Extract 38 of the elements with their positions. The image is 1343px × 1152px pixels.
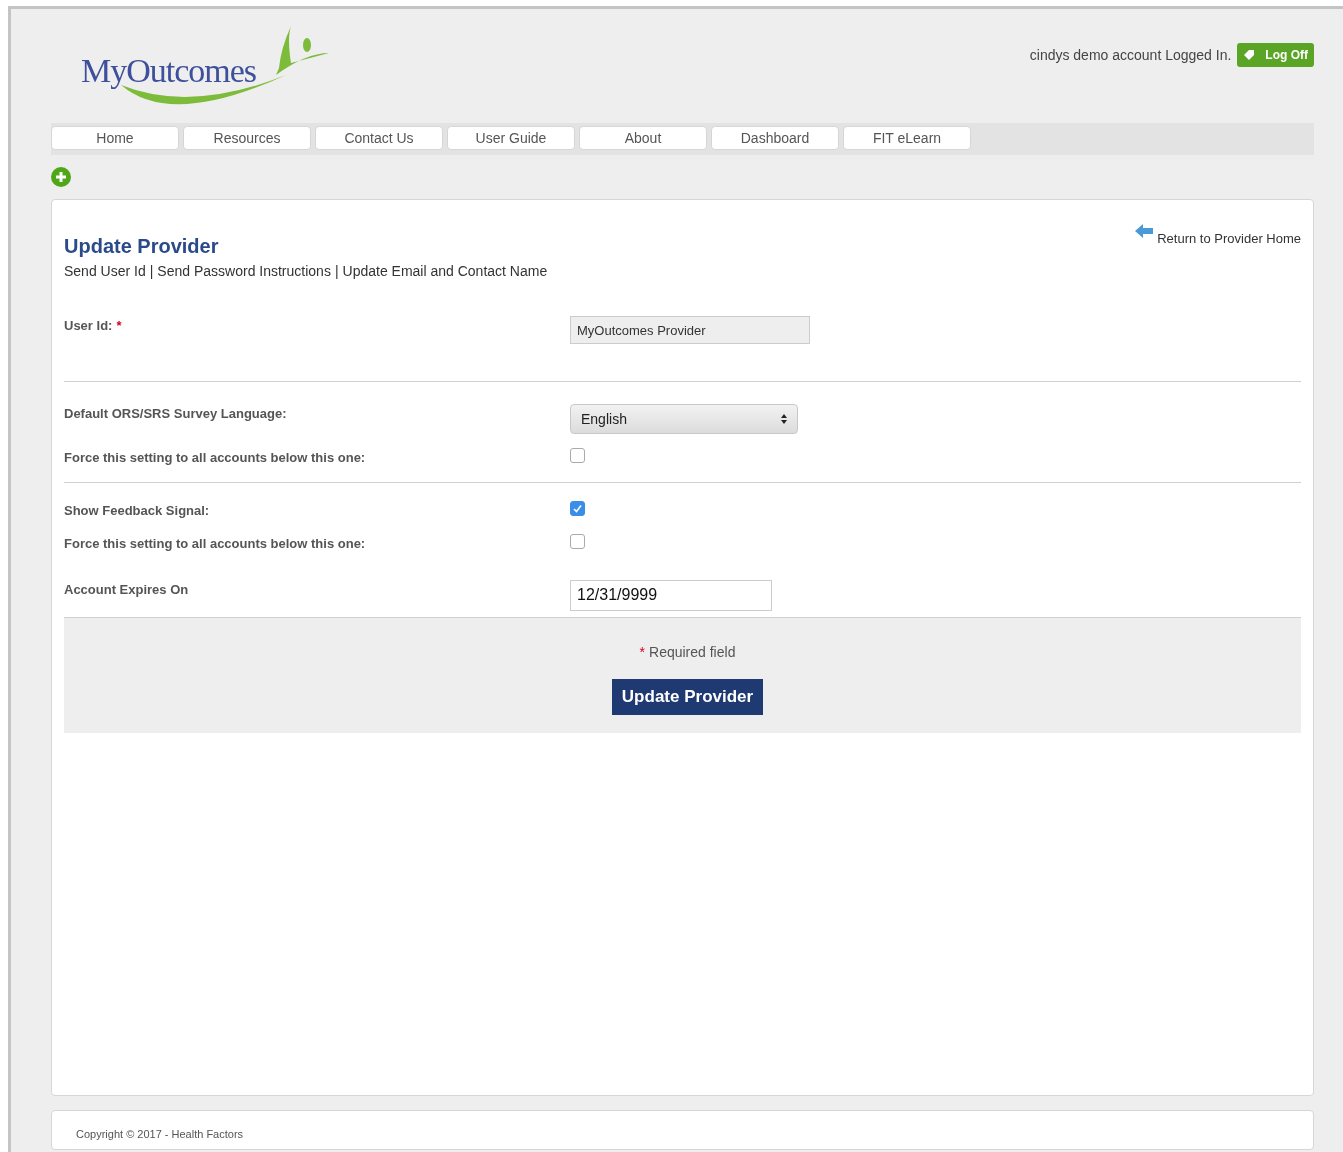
update-provider-button[interactable]: Update Provider (611, 678, 764, 715)
field-label: Force this setting to all accounts below this one: (64, 449, 366, 467)
action-link[interactable]: Send User Id (64, 261, 146, 282)
nav-tab[interactable]: Home (51, 126, 179, 150)
nav-tab[interactable]: About (579, 126, 707, 150)
link-separator: | (149, 262, 154, 281)
field-label: Default ORS/SRS Survey Language: (64, 405, 287, 423)
checkmark-icon (572, 502, 583, 514)
date-field[interactable]: 12/31/9999 (570, 579, 772, 611)
nav-tab[interactable]: Resources (183, 126, 311, 150)
tag-icon (1243, 49, 1256, 61)
checkbox[interactable] (570, 534, 585, 549)
checkbox[interactable] (570, 448, 585, 463)
nav-tab[interactable]: Contact Us (315, 126, 443, 150)
action-link[interactable]: Update Email and Contact Name (342, 261, 548, 282)
copyright-text: Copyright © 2017 - Health Factors (76, 1128, 244, 1140)
action-link[interactable]: Send Password Instructions (157, 261, 331, 282)
field-label: User Id: (64, 317, 113, 335)
user-id-field[interactable]: MyOutcomes Provider (570, 316, 810, 344)
field-label: Account Expires On (64, 580, 189, 599)
page-title: Update Provider (64, 234, 220, 259)
field-label: Show Feedback Signal: (64, 501, 210, 520)
link-separator: | (334, 262, 339, 281)
required-mark: * (639, 642, 646, 662)
language-select[interactable]: English (570, 404, 798, 434)
add-icon[interactable] (51, 167, 71, 187)
field-label: Force this setting to all accounts below this one: (64, 535, 366, 553)
nav-tab[interactable]: User Guide (447, 126, 575, 150)
left-arrow-icon (1135, 224, 1154, 240)
login-status: cindys demo account Logged In. (1029, 45, 1232, 65)
return-link[interactable]: Return to Provider Home (1135, 224, 1301, 244)
checkbox[interactable] (570, 500, 585, 516)
logo[interactable]: MyOutcomes (81, 23, 341, 113)
required-note: Required field (649, 642, 736, 662)
required-mark: * (116, 317, 122, 335)
nav-tab[interactable]: Dashboard (711, 126, 839, 150)
nav-tab[interactable]: FIT eLearn (843, 126, 971, 150)
dropdown-arrows-icon (781, 414, 787, 424)
